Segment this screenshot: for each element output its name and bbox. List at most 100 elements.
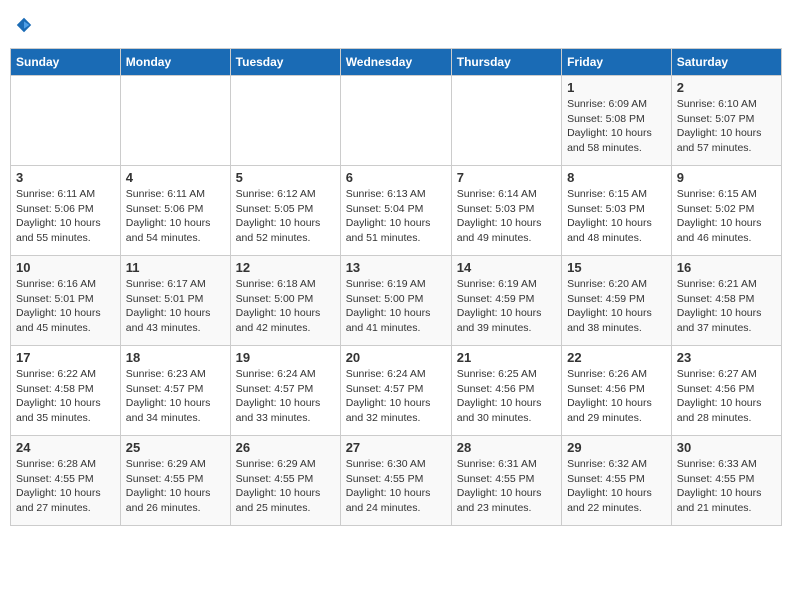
calendar-cell xyxy=(340,76,451,166)
day-info: Sunrise: 6:13 AM Sunset: 5:04 PM Dayligh… xyxy=(346,187,446,246)
day-number: 13 xyxy=(346,260,446,275)
calendar-cell: 14 Sunrise: 6:19 AM Sunset: 4:59 PM Dayli… xyxy=(451,256,561,346)
day-number: 19 xyxy=(236,350,335,365)
day-info: Sunrise: 6:19 AM Sunset: 5:00 PM Dayligh… xyxy=(346,277,446,336)
day-number: 12 xyxy=(236,260,335,275)
day-info: Sunrise: 6:12 AM Sunset: 5:05 PM Dayligh… xyxy=(236,187,335,246)
day-number: 14 xyxy=(457,260,556,275)
calendar-cell: 20 Sunrise: 6:24 AM Sunset: 4:57 PM Dayli… xyxy=(340,346,451,436)
day-info: Sunrise: 6:27 AM Sunset: 4:56 PM Dayligh… xyxy=(677,367,776,426)
calendar-cell xyxy=(451,76,561,166)
calendar-table: SundayMondayTuesdayWednesdayThursdayFrid… xyxy=(10,48,782,526)
day-number: 24 xyxy=(16,440,115,455)
day-info: Sunrise: 6:28 AM Sunset: 4:55 PM Dayligh… xyxy=(16,457,115,516)
day-number: 22 xyxy=(567,350,666,365)
day-info: Sunrise: 6:14 AM Sunset: 5:03 PM Dayligh… xyxy=(457,187,556,246)
calendar-cell: 19 Sunrise: 6:24 AM Sunset: 4:57 PM Dayli… xyxy=(230,346,340,436)
day-info: Sunrise: 6:24 AM Sunset: 4:57 PM Dayligh… xyxy=(346,367,446,426)
day-number: 23 xyxy=(677,350,776,365)
day-info: Sunrise: 6:15 AM Sunset: 5:03 PM Dayligh… xyxy=(567,187,666,246)
weekday-header-sunday: Sunday xyxy=(11,49,121,76)
day-number: 6 xyxy=(346,170,446,185)
calendar-cell: 18Sunrise: 6:23 AM Sunset: 4:57 PM Dayli… xyxy=(120,346,230,436)
day-info: Sunrise: 6:21 AM Sunset: 4:58 PM Dayligh… xyxy=(677,277,776,336)
day-info: Sunrise: 6:23 AM Sunset: 4:57 PM Dayligh… xyxy=(126,367,225,426)
calendar-cell: 15 Sunrise: 6:20 AM Sunset: 4:59 PM Dayli… xyxy=(562,256,672,346)
day-number: 25 xyxy=(126,440,225,455)
calendar-cell: 5 Sunrise: 6:12 AM Sunset: 5:05 PM Daylig… xyxy=(230,166,340,256)
calendar-cell: 6 Sunrise: 6:13 AM Sunset: 5:04 PM Daylig… xyxy=(340,166,451,256)
weekday-header-saturday: Saturday xyxy=(671,49,781,76)
day-number: 26 xyxy=(236,440,335,455)
day-info: Sunrise: 6:19 AM Sunset: 4:59 PM Dayligh… xyxy=(457,277,556,336)
calendar-cell: 25 Sunrise: 6:29 AM Sunset: 4:55 PM Dayli… xyxy=(120,436,230,526)
day-info: Sunrise: 6:29 AM Sunset: 4:55 PM Dayligh… xyxy=(126,457,225,516)
calendar-cell: 16Sunrise: 6:21 AM Sunset: 4:58 PM Dayli… xyxy=(671,256,781,346)
day-number: 3 xyxy=(16,170,115,185)
day-info: Sunrise: 6:33 AM Sunset: 4:55 PM Dayligh… xyxy=(677,457,776,516)
day-number: 2 xyxy=(677,80,776,95)
calendar-cell: 27 Sunrise: 6:30 AM Sunset: 4:55 PM Dayli… xyxy=(340,436,451,526)
day-number: 27 xyxy=(346,440,446,455)
calendar-cell: 3 Sunrise: 6:11 AM Sunset: 5:06 PM Daylig… xyxy=(11,166,121,256)
calendar-header: SundayMondayTuesdayWednesdayThursdayFrid… xyxy=(11,49,782,76)
calendar-cell: 26 Sunrise: 6:29 AM Sunset: 4:55 PM Dayli… xyxy=(230,436,340,526)
day-number: 21 xyxy=(457,350,556,365)
calendar-cell: 24 Sunrise: 6:28 AM Sunset: 4:55 PM Dayli… xyxy=(11,436,121,526)
calendar-cell: 1 Sunrise: 6:09 AM Sunset: 5:08 PM Daylig… xyxy=(562,76,672,166)
weekday-header-tuesday: Tuesday xyxy=(230,49,340,76)
calendar-cell: 8 Sunrise: 6:15 AM Sunset: 5:03 PM Daylig… xyxy=(562,166,672,256)
day-number: 30 xyxy=(677,440,776,455)
day-number: 17 xyxy=(16,350,115,365)
day-number: 9 xyxy=(677,170,776,185)
day-info: Sunrise: 6:11 AM Sunset: 5:06 PM Dayligh… xyxy=(126,187,225,246)
day-number: 1 xyxy=(567,80,666,95)
day-info: Sunrise: 6:25 AM Sunset: 4:56 PM Dayligh… xyxy=(457,367,556,426)
day-info: Sunrise: 6:10 AM Sunset: 5:07 PM Dayligh… xyxy=(677,97,776,156)
weekday-header-wednesday: Wednesday xyxy=(340,49,451,76)
calendar-cell: 7 Sunrise: 6:14 AM Sunset: 5:03 PM Daylig… xyxy=(451,166,561,256)
calendar-cell: 29 Sunrise: 6:32 AM Sunset: 4:55 PM Dayli… xyxy=(562,436,672,526)
day-number: 11 xyxy=(126,260,225,275)
calendar-cell: 30 Sunrise: 6:33 AM Sunset: 4:55 PM Dayli… xyxy=(671,436,781,526)
day-info: Sunrise: 6:30 AM Sunset: 4:55 PM Dayligh… xyxy=(346,457,446,516)
day-info: Sunrise: 6:31 AM Sunset: 4:55 PM Dayligh… xyxy=(457,457,556,516)
day-info: Sunrise: 6:11 AM Sunset: 5:06 PM Dayligh… xyxy=(16,187,115,246)
day-number: 20 xyxy=(346,350,446,365)
calendar-cell: 23 Sunrise: 6:27 AM Sunset: 4:56 PM Dayli… xyxy=(671,346,781,436)
calendar-cell xyxy=(120,76,230,166)
calendar-cell: 4 Sunrise: 6:11 AM Sunset: 5:06 PM Daylig… xyxy=(120,166,230,256)
day-info: Sunrise: 6:17 AM Sunset: 5:01 PM Dayligh… xyxy=(126,277,225,336)
calendar-cell: 10Sunrise: 6:16 AM Sunset: 5:01 PM Dayli… xyxy=(11,256,121,346)
calendar-cell: 28 Sunrise: 6:31 AM Sunset: 4:55 PM Dayli… xyxy=(451,436,561,526)
calendar-cell: 11 Sunrise: 6:17 AM Sunset: 5:01 PM Dayli… xyxy=(120,256,230,346)
day-number: 29 xyxy=(567,440,666,455)
day-info: Sunrise: 6:32 AM Sunset: 4:55 PM Dayligh… xyxy=(567,457,666,516)
logo-icon xyxy=(15,16,33,34)
day-info: Sunrise: 6:09 AM Sunset: 5:08 PM Dayligh… xyxy=(567,97,666,156)
calendar-cell: 9 Sunrise: 6:15 AM Sunset: 5:02 PM Daylig… xyxy=(671,166,781,256)
calendar-cell xyxy=(230,76,340,166)
day-info: Sunrise: 6:18 AM Sunset: 5:00 PM Dayligh… xyxy=(236,277,335,336)
day-info: Sunrise: 6:15 AM Sunset: 5:02 PM Dayligh… xyxy=(677,187,776,246)
day-number: 5 xyxy=(236,170,335,185)
calendar-cell: 13 Sunrise: 6:19 AM Sunset: 5:00 PM Dayli… xyxy=(340,256,451,346)
calendar-cell: 2 Sunrise: 6:10 AM Sunset: 5:07 PM Daylig… xyxy=(671,76,781,166)
calendar-cell: 22Sunrise: 6:26 AM Sunset: 4:56 PM Dayli… xyxy=(562,346,672,436)
day-info: Sunrise: 6:29 AM Sunset: 4:55 PM Dayligh… xyxy=(236,457,335,516)
day-number: 4 xyxy=(126,170,225,185)
day-number: 10 xyxy=(16,260,115,275)
calendar-cell: 17Sunrise: 6:22 AM Sunset: 4:58 PM Dayli… xyxy=(11,346,121,436)
day-info: Sunrise: 6:20 AM Sunset: 4:59 PM Dayligh… xyxy=(567,277,666,336)
day-number: 15 xyxy=(567,260,666,275)
day-info: Sunrise: 6:24 AM Sunset: 4:57 PM Dayligh… xyxy=(236,367,335,426)
calendar-cell: 21 Sunrise: 6:25 AM Sunset: 4:56 PM Dayli… xyxy=(451,346,561,436)
day-number: 8 xyxy=(567,170,666,185)
logo xyxy=(14,16,33,34)
weekday-header-monday: Monday xyxy=(120,49,230,76)
weekday-header-thursday: Thursday xyxy=(451,49,561,76)
day-number: 7 xyxy=(457,170,556,185)
calendar-cell: 12 Sunrise: 6:18 AM Sunset: 5:00 PM Dayli… xyxy=(230,256,340,346)
weekday-header-friday: Friday xyxy=(562,49,672,76)
day-number: 28 xyxy=(457,440,556,455)
